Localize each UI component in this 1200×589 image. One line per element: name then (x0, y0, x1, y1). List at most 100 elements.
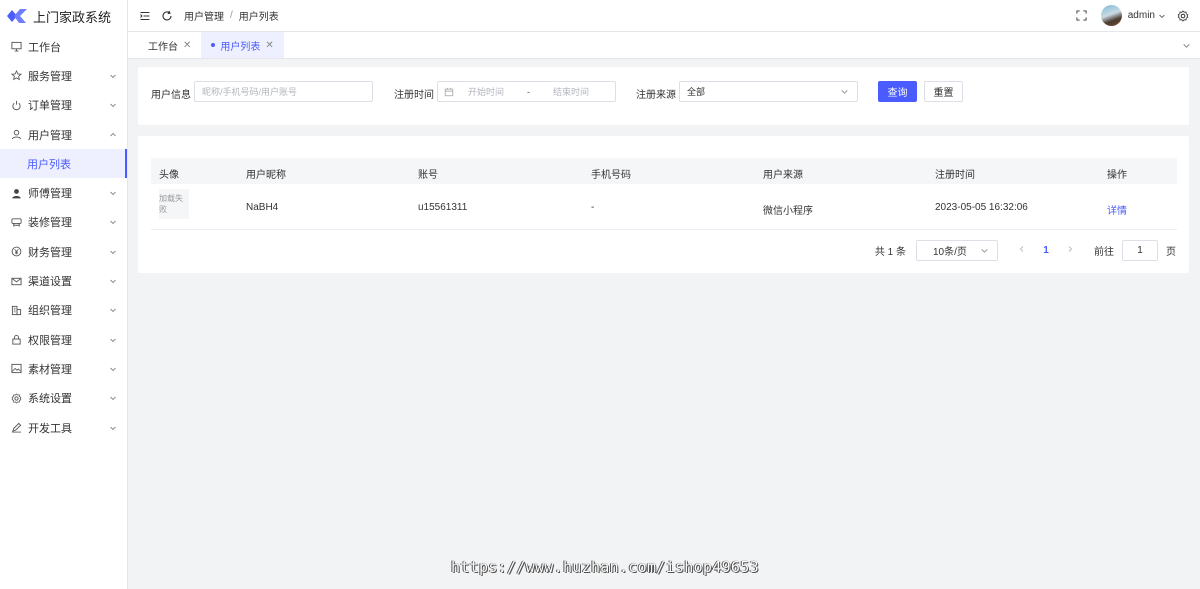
money-circle-icon (10, 246, 22, 258)
reg-time-label: 注册时间 (394, 90, 434, 101)
sidebar: 上门家政系统 工作台 服务管理 订单管理 用户管理 用户列表 师傅管理 装修管理… (0, 0, 128, 589)
cell-reg-time: 2023-05-05 16:32:06 (935, 202, 1028, 213)
table-header: 头像 用户昵称 账号 手机号码 用户来源 注册时间 操作 (151, 158, 1177, 184)
table-row: 加载失败 NaBH4 u15561311 - 微信小程序 2023-05-05 … (151, 184, 1177, 230)
chevron-down-icon (110, 426, 116, 430)
column-header: 操作 (1107, 170, 1127, 181)
user-info-placeholder: 昵称/手机号码/用户账号 (202, 87, 298, 97)
page-size-select[interactable]: 10条/页 (916, 240, 998, 261)
sidebar-item-permissions[interactable]: 权限管理 (0, 325, 127, 354)
tab-label: 工作台 (148, 41, 178, 53)
sidebar-item-label: 师傅管理 (28, 188, 72, 201)
sidebar-item-label: 系统设置 (28, 393, 72, 406)
breadcrumb-item[interactable]: 用户管理 (184, 8, 224, 23)
page-tabs: 工作台 ✕ 用户列表 ✕ (128, 32, 1200, 59)
sidebar-item-label: 用户管理 (28, 129, 72, 142)
sidebar-item-materials[interactable]: 素材管理 (0, 354, 127, 383)
user-info-label: 用户信息 (151, 90, 191, 101)
next-page-button[interactable] (1060, 245, 1080, 256)
avatar-image: 加载失败 (159, 189, 189, 219)
top-header: 用户管理 / 用户列表 admin (128, 0, 1200, 32)
sidebar-item-label: 渠道设置 (28, 276, 72, 289)
building-icon (10, 304, 22, 316)
chevron-down-icon[interactable] (1158, 12, 1166, 20)
header-right: admin (1075, 5, 1200, 26)
sidebar-item-orders[interactable]: 订单管理 (0, 91, 127, 120)
source-select-value: 全部 (687, 87, 706, 97)
source-select[interactable]: 全部 (679, 81, 858, 102)
breadcrumb-separator: / (230, 10, 233, 21)
chevron-down-icon (110, 367, 116, 372)
cell-nickname: NaBH4 (246, 202, 279, 213)
sidebar-item-label: 用户列表 (27, 158, 71, 171)
fullscreen-icon[interactable] (1075, 9, 1089, 23)
chevron-down-icon (841, 90, 848, 94)
sidebar-item-system-settings[interactable]: 系统设置 (0, 384, 127, 413)
cushion-icon (10, 216, 22, 228)
breadcrumb: 用户管理 / 用户列表 (184, 8, 279, 23)
power-icon (10, 99, 22, 111)
cell-account: u15561311 (418, 202, 468, 213)
menu-fold-icon[interactable] (138, 9, 152, 23)
chevron-up-icon (110, 132, 116, 136)
avatar-load-failed-text: 加载失败 (159, 194, 183, 214)
tab-workbench[interactable]: 工作台 ✕ (138, 32, 201, 58)
star-icon (10, 70, 22, 82)
end-time-input[interactable]: 结束时间 (553, 85, 589, 98)
close-icon[interactable]: ✕ (265, 40, 273, 51)
reset-button[interactable]: 重置 (924, 81, 963, 102)
filter-panel: 用户信息 昵称/手机号码/用户账号 注册时间 开始时间 - 结束时间 注册来源 … (138, 67, 1189, 125)
page-size-value: 10条/页 (933, 247, 967, 258)
chevron-right-icon (1068, 246, 1073, 252)
sidebar-item-user-list[interactable]: 用户列表 (0, 149, 127, 179)
logo-icon (7, 9, 27, 23)
goto-page-input[interactable]: 1 (1122, 240, 1158, 261)
chevron-down-icon (981, 249, 988, 253)
sidebar-item-organization[interactable]: 组织管理 (0, 296, 127, 325)
lock-icon (10, 334, 22, 346)
chevron-down-icon (110, 279, 116, 284)
logo[interactable]: 上门家政系统 (0, 0, 127, 32)
gear-icon[interactable] (1176, 9, 1190, 23)
chevron-down-icon (110, 338, 116, 342)
refresh-icon[interactable] (160, 9, 174, 23)
pen-icon (10, 422, 22, 434)
sidebar-item-workers[interactable]: 师傅管理 (0, 178, 127, 207)
tab-user-list[interactable]: 用户列表 ✕ (201, 32, 284, 58)
sidebar-menu: 工作台 服务管理 订单管理 用户管理 用户列表 师傅管理 装修管理 财务管理 渠… (0, 32, 127, 442)
chevron-down-icon (110, 221, 116, 225)
start-time-input[interactable]: 开始时间 (468, 85, 504, 98)
range-separator: - (527, 86, 531, 97)
sidebar-item-label: 工作台 (28, 41, 61, 54)
sidebar-item-dev-tools[interactable]: 开发工具 (0, 413, 127, 442)
page-number[interactable]: 1 (1036, 245, 1056, 256)
chevron-down-icon (110, 74, 116, 79)
user-name[interactable]: admin (1128, 10, 1155, 21)
close-icon[interactable]: ✕ (183, 40, 191, 51)
chevron-down-icon (1182, 43, 1190, 48)
goto-page-value: 1 (1137, 245, 1143, 256)
detail-link[interactable]: 详情 (1107, 202, 1127, 217)
avatar[interactable] (1100, 5, 1122, 26)
sidebar-item-label: 权限管理 (28, 334, 72, 347)
goto-label: 前往 (1094, 247, 1114, 258)
prev-page-button[interactable] (1012, 245, 1032, 256)
sidebar-item-label: 组织管理 (28, 305, 72, 318)
total-count: 共 1 条 (874, 247, 906, 258)
gear-icon (10, 392, 22, 404)
app-title: 上门家政系统 (33, 9, 112, 25)
sidebar-item-decoration[interactable]: 装修管理 (0, 208, 127, 237)
chevron-down-icon (110, 191, 116, 196)
tabs-more-button[interactable] (1172, 32, 1200, 58)
image-icon (10, 363, 22, 375)
sidebar-item-label: 素材管理 (28, 363, 72, 376)
query-button[interactable]: 查询 (878, 81, 917, 102)
reg-time-range-picker[interactable]: 开始时间 - 结束时间 (437, 81, 616, 102)
sidebar-item-finance[interactable]: 财务管理 (0, 237, 127, 266)
sidebar-item-users[interactable]: 用户管理 (0, 120, 127, 149)
sidebar-item-workbench[interactable]: 工作台 (0, 32, 127, 61)
user-info-input[interactable]: 昵称/手机号码/用户账号 (194, 81, 373, 102)
sidebar-item-service[interactable]: 服务管理 (0, 61, 127, 90)
sidebar-item-channels[interactable]: 渠道设置 (0, 266, 127, 295)
active-dot-icon (211, 43, 216, 47)
